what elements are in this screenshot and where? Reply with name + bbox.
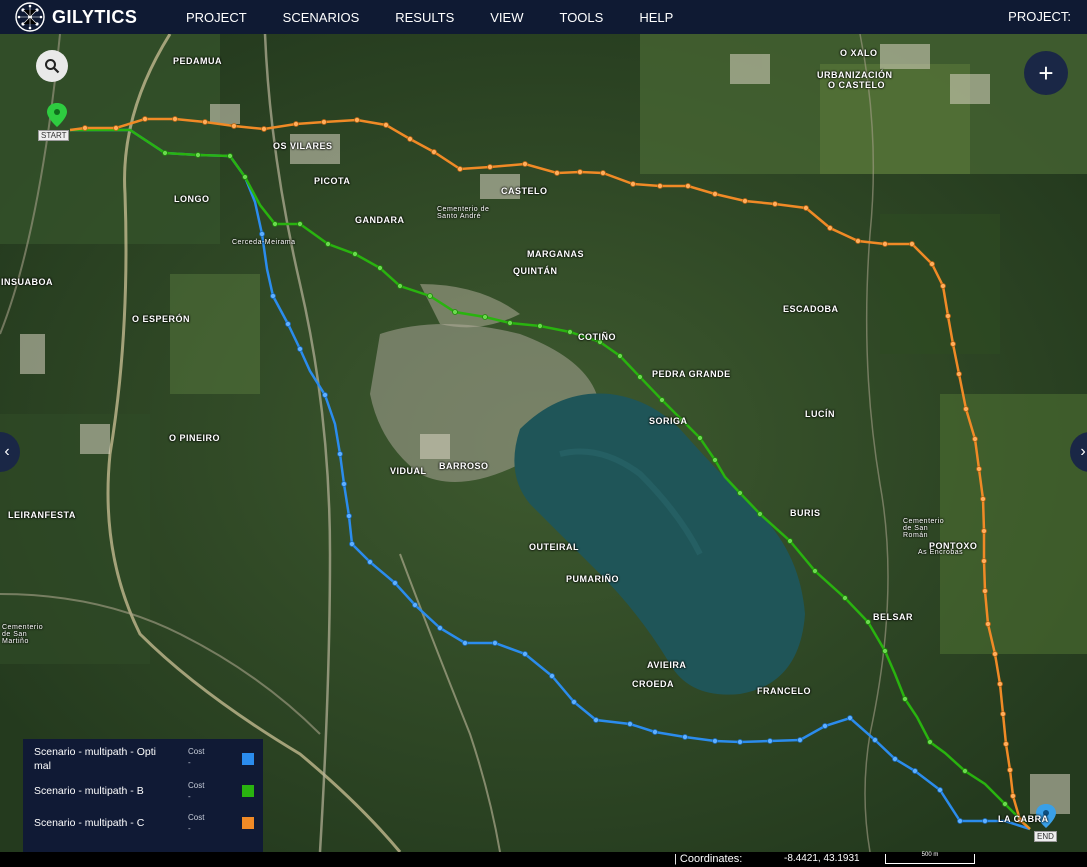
place-label: BURIS [790, 508, 821, 518]
legend-cost-label: Cost [188, 747, 205, 756]
place-label: AVIEIRA [647, 660, 687, 670]
legend-cost-value: - [188, 824, 191, 833]
place-label: O CASTELO [828, 80, 886, 90]
status-bar: | Coordinates: -8.4421, 43.1931 500 m [0, 852, 1087, 867]
place-label: O PINEIRO [169, 433, 221, 443]
place-label: ESCADOBA [783, 304, 839, 314]
menu-results[interactable]: RESULTS [395, 10, 454, 25]
legend-item-optimal[interactable]: Scenario - multipath - Opti mal Cost - [23, 745, 263, 775]
place-label: OS VILARES [273, 141, 333, 151]
place-label: O XALO [840, 48, 878, 58]
legend-cost-value: - [188, 758, 191, 767]
gilytics-logo-icon [15, 2, 45, 32]
place-label: BELSAR [873, 612, 914, 622]
place-label: PICOTA [314, 176, 351, 186]
place-label: INSUABOA [1, 277, 54, 287]
legend-item-label: Scenario - multipath - Opti mal [34, 746, 156, 772]
place-label: URBANIZACIÓN [817, 70, 893, 80]
place-label: PEDRA GRANDE [652, 369, 731, 379]
search-icon [45, 59, 60, 74]
legend-item-label: Scenario - multipath - C [34, 817, 145, 829]
menu-help[interactable]: HELP [639, 10, 673, 25]
legend-color-swatch [242, 817, 254, 829]
scale-label: 500 m [921, 852, 939, 858]
menu-tools[interactable]: TOOLS [559, 10, 603, 25]
legend-color-swatch [242, 785, 254, 797]
place-label: As Encrobas [918, 549, 964, 556]
coordinates-value: -8.4421, 43.1931 [784, 853, 860, 864]
zoom-in-button[interactable]: + [1024, 51, 1068, 95]
coordinates-label: | Coordinates: [674, 853, 743, 865]
legend-item-c[interactable]: Scenario - multipath - C Cost - [23, 813, 263, 843]
legend-color-swatch [242, 753, 254, 765]
start-label: START [38, 130, 70, 141]
place-label: LEIRANFESTA [8, 510, 76, 520]
scenario-legend: Scenario - multipath - Opti mal Cost - Sc… [23, 739, 263, 852]
chevron-left-icon: ‹ [4, 443, 10, 460]
project-label: PROJECT: [1008, 9, 1071, 24]
legend-cost-value: - [188, 792, 191, 801]
place-label: OUTEIRAL [529, 542, 579, 552]
place-label: LA CABRA [998, 814, 1049, 824]
place-label: Cementerio de San Martiño [2, 624, 44, 645]
menu-project[interactable]: PROJECT [186, 10, 247, 25]
brand[interactable]: GILYTICS [14, 1, 154, 33]
end-label: END [1034, 831, 1057, 842]
place-label: Cementerio de San Román [903, 518, 945, 539]
place-label: Cementerio de Santo André [437, 206, 490, 220]
legend-cost-label: Cost [188, 813, 205, 822]
legend-cost-label: Cost [188, 781, 205, 790]
place-label: GANDARA [355, 215, 405, 225]
place-label: BARROSO [439, 461, 489, 471]
place-label: MARGANAS [527, 249, 584, 259]
app-name: GILYTICS [52, 6, 138, 27]
place-label: Cerceda-Meirama [232, 239, 296, 246]
chevron-right-icon: › [1080, 443, 1086, 460]
place-label: PUMARIÑO [566, 574, 619, 584]
map-view[interactable]: START END PEDAMUA OS VILARES PICOTA LONG… [0, 34, 1087, 852]
place-label: COTIÑO [578, 332, 616, 342]
menu-view[interactable]: VIEW [490, 10, 523, 25]
search-button[interactable] [36, 50, 68, 82]
place-label: QUINTÁN [513, 266, 558, 276]
menu-scenarios[interactable]: SCENARIOS [283, 10, 360, 25]
legend-item-label: Scenario - multipath - B [34, 785, 144, 797]
place-label: VIDUAL [390, 466, 427, 476]
plus-icon: + [1038, 57, 1054, 88]
scale-bar: 500 m [885, 852, 975, 864]
place-label: PEDAMUA [173, 56, 223, 66]
place-label: LONGO [174, 194, 210, 204]
top-navigation-bar: GILYTICS PROJECT SCENARIOS RESULTS VIEW … [0, 0, 1087, 34]
place-label: CROEDA [632, 679, 675, 689]
satellite-map-background [0, 34, 1087, 852]
place-label: O ESPERÓN [132, 314, 191, 324]
place-label: SORIGA [649, 416, 688, 426]
main-menu: PROJECT SCENARIOS RESULTS VIEW TOOLS HEL… [168, 10, 691, 25]
place-label: CASTELO [501, 186, 548, 196]
place-label: FRANCELO [757, 686, 811, 696]
place-label: LUCÍN [805, 409, 835, 419]
legend-item-b[interactable]: Scenario - multipath - B Cost - [23, 781, 263, 811]
